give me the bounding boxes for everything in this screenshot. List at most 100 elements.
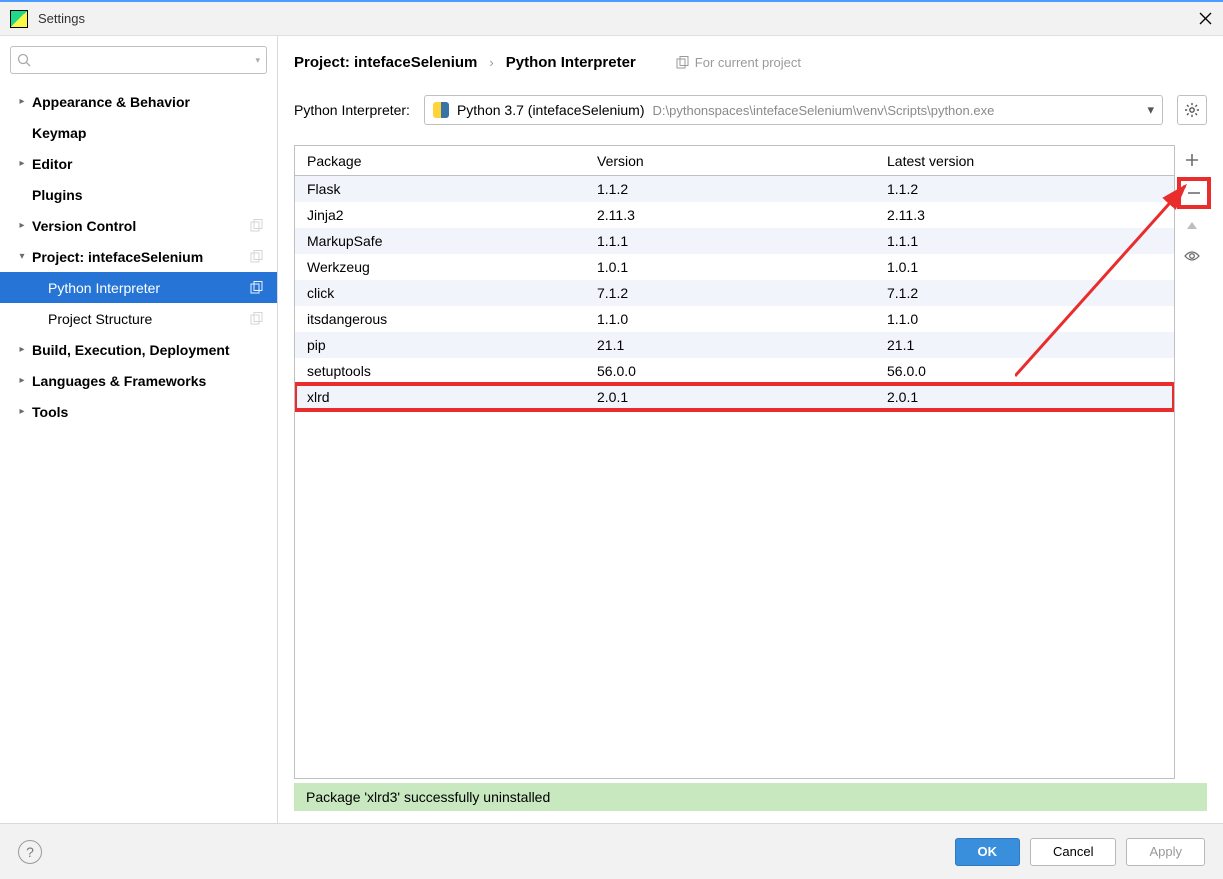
scope-hint: For current project [676, 55, 801, 70]
sidebar-item[interactable]: ▸Languages & Frameworks [0, 365, 277, 396]
sidebar-subitem[interactable]: Project Structure [0, 303, 277, 334]
cell-latest: 1.1.1 [875, 233, 1174, 249]
cell-version: 1.0.1 [585, 259, 875, 275]
sidebar-item[interactable]: ▾ Project: intefaceSelenium [0, 241, 277, 272]
copy-icon [676, 56, 689, 69]
table-body: Flask1.1.21.1.2Jinja22.11.32.11.3MarkupS… [295, 176, 1174, 778]
package-table: Package Version Latest version Flask1.1.… [294, 145, 1175, 779]
table-row[interactable]: Flask1.1.21.1.2 [295, 176, 1174, 202]
table-header: Package Version Latest version [295, 146, 1174, 176]
package-toolbar [1177, 145, 1207, 779]
minus-icon [1187, 186, 1201, 200]
plus-icon [1185, 153, 1199, 167]
cell-version: 56.0.0 [585, 363, 875, 379]
breadcrumb-item[interactable]: Project: intefaceSelenium [294, 54, 477, 71]
cell-latest: 1.0.1 [875, 259, 1174, 275]
table-row[interactable]: click7.1.27.1.2 [295, 280, 1174, 306]
col-header-latest[interactable]: Latest version [875, 153, 1174, 169]
remove-package-button[interactable] [1177, 177, 1211, 209]
cell-package: MarkupSafe [295, 233, 585, 249]
main-panel: Project: intefaceSelenium › Python Inter… [278, 36, 1223, 823]
sidebar-item-label: Tools [32, 404, 68, 420]
cell-version: 1.1.1 [585, 233, 875, 249]
status-message: Package 'xlrd3' successfully uninstalled [306, 789, 550, 805]
sidebar-item-label: Plugins [32, 187, 83, 203]
chevron-right-icon: ▸ [16, 406, 28, 417]
table-row[interactable]: Jinja22.11.32.11.3 [295, 202, 1174, 228]
sidebar-item-label: Build, Execution, Deployment [32, 342, 230, 358]
cell-package: Jinja2 [295, 207, 585, 223]
sidebar-item-label: Version Control [32, 218, 136, 234]
sidebar-item-label: Python Interpreter [48, 280, 160, 296]
interpreter-select[interactable]: Python 3.7 (intefaceSelenium) D:\pythons… [424, 95, 1163, 125]
sidebar-subitem[interactable]: Python Interpreter [0, 272, 277, 303]
cell-version: 1.1.2 [585, 181, 875, 197]
interpreter-name: Python 3.7 (intefaceSelenium) [457, 102, 645, 118]
table-row[interactable]: setuptools56.0.056.0.0 [295, 358, 1174, 384]
close-button[interactable] [1197, 11, 1213, 27]
sidebar-item-label: Project Structure [48, 311, 152, 327]
apply-button[interactable]: Apply [1126, 838, 1205, 866]
chevron-right-icon: ▸ [16, 344, 28, 355]
eye-icon [1184, 250, 1200, 262]
ok-button[interactable]: OK [955, 838, 1021, 866]
help-button[interactable]: ? [18, 840, 42, 864]
sidebar-item-label: Languages & Frameworks [32, 373, 206, 389]
chevron-down-icon: ▾ [1147, 102, 1154, 118]
copy-icon [250, 219, 263, 232]
copy-icon [250, 250, 263, 263]
sidebar-item[interactable]: ▸ Build, Execution, Deployment [0, 334, 277, 365]
sidebar-item[interactable]: Keymap [0, 117, 277, 148]
python-icon [433, 102, 449, 118]
cell-latest: 1.1.2 [875, 181, 1174, 197]
cell-latest: 21.1 [875, 337, 1174, 353]
table-row[interactable]: pip21.121.1 [295, 332, 1174, 358]
table-row[interactable]: MarkupSafe1.1.11.1.1 [295, 228, 1174, 254]
package-area: Package Version Latest version Flask1.1.… [294, 145, 1207, 779]
cell-package: Flask [295, 181, 585, 197]
search-field[interactable] [35, 53, 255, 68]
table-row[interactable]: itsdangerous1.1.01.1.0 [295, 306, 1174, 332]
cell-package: xlrd [295, 389, 585, 405]
interpreter-path: D:\pythonspaces\intefaceSelenium\venv\Sc… [653, 103, 1148, 118]
sidebar-item[interactable]: ▸Editor [0, 148, 277, 179]
table-row[interactable]: Werkzeug1.0.11.0.1 [295, 254, 1174, 280]
copy-icon [250, 281, 263, 294]
scope-hint-text: For current project [695, 55, 801, 70]
cell-package: Werkzeug [295, 259, 585, 275]
sidebar-item-label: Keymap [32, 125, 86, 141]
cell-version: 21.1 [585, 337, 875, 353]
sidebar-item[interactable]: Plugins [0, 179, 277, 210]
cancel-button[interactable]: Cancel [1030, 838, 1116, 866]
cell-latest: 7.1.2 [875, 285, 1174, 301]
cell-latest: 56.0.0 [875, 363, 1174, 379]
sidebar: ▾ ▸Appearance & Behavior Keymap ▸Editor Plu… [0, 36, 278, 823]
search-input[interactable]: ▾ [10, 46, 267, 74]
chevron-right-icon: ▸ [16, 158, 28, 169]
breadcrumb-item: Python Interpreter [506, 54, 636, 71]
sidebar-item[interactable]: ▸Appearance & Behavior [0, 86, 277, 117]
upgrade-package-button[interactable] [1179, 213, 1205, 239]
col-header-package[interactable]: Package [295, 153, 585, 169]
sidebar-item[interactable]: ▸ Version Control [0, 210, 277, 241]
interpreter-row: Python Interpreter: Python 3.7 (inteface… [294, 95, 1207, 125]
triangle-up-icon [1185, 219, 1199, 233]
cell-version: 2.11.3 [585, 207, 875, 223]
chevron-right-icon: ▸ [16, 96, 28, 107]
show-early-releases-button[interactable] [1179, 243, 1205, 269]
table-row[interactable]: xlrd2.0.12.0.1 [295, 384, 1174, 410]
chevron-down-icon: ▾ [16, 251, 28, 262]
cell-package: itsdangerous [295, 311, 585, 327]
add-package-button[interactable] [1179, 147, 1205, 173]
sidebar-item-label: Project: intefaceSelenium [32, 249, 203, 265]
chevron-right-icon: › [489, 55, 493, 70]
interpreter-settings-button[interactable] [1177, 95, 1207, 125]
breadcrumb: Project: intefaceSelenium › Python Inter… [294, 54, 1207, 71]
col-header-version[interactable]: Version [585, 153, 875, 169]
sidebar-item[interactable]: ▸ Tools [0, 396, 277, 427]
search-icon [17, 53, 31, 67]
titlebar: Settings [0, 2, 1223, 36]
chevron-right-icon: ▸ [16, 220, 28, 231]
cell-version: 7.1.2 [585, 285, 875, 301]
gear-icon [1184, 102, 1200, 118]
